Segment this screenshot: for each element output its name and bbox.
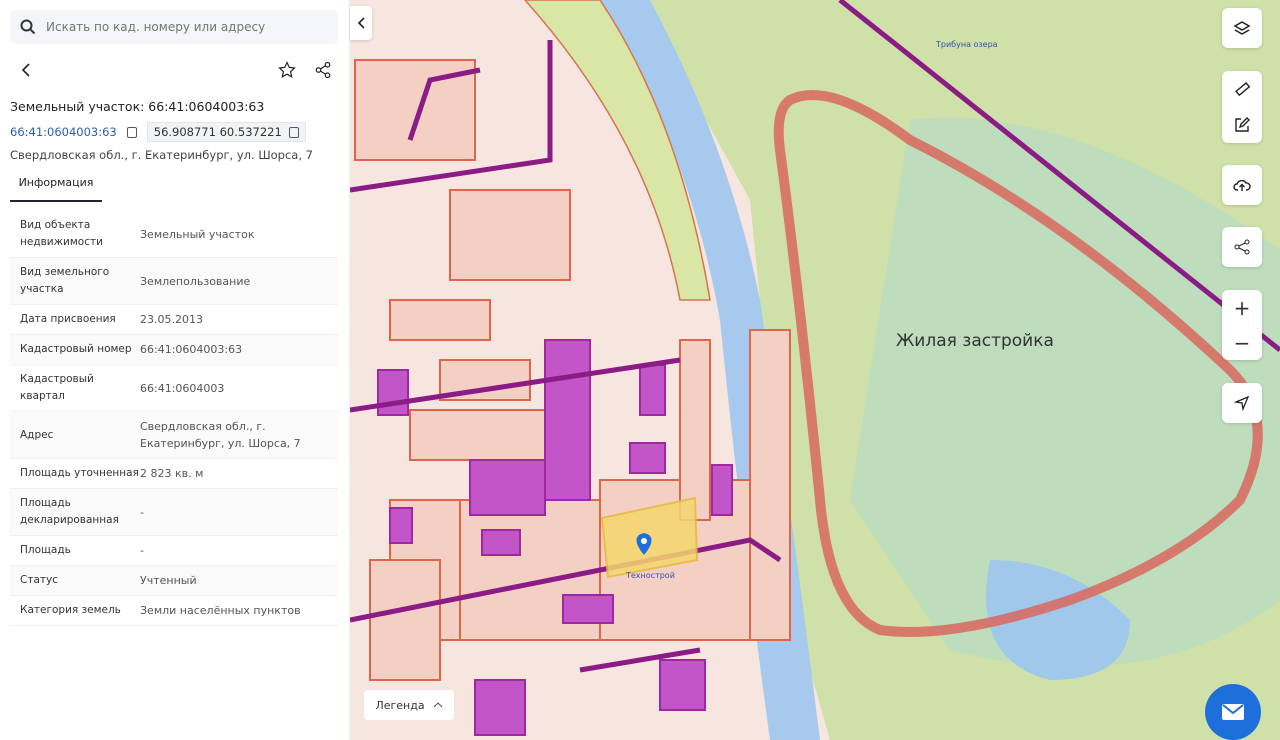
coordinates-chip[interactable]: 56.908771 60.537221 <box>146 122 307 142</box>
tab-information[interactable]: Информация <box>10 176 102 202</box>
layers-button[interactable] <box>1222 12 1262 44</box>
info-row: Площадь - <box>10 536 338 566</box>
info-row-key: Дата присвоения <box>20 313 116 325</box>
locate-control <box>1222 383 1262 423</box>
info-row-key: Кадастровый номер <box>20 343 132 355</box>
copy-icon[interactable] <box>126 126 137 138</box>
zoom-control: + − <box>1222 290 1262 360</box>
info-panel: Земельный участок: 66:41:0604003:63 66:4… <box>0 0 350 740</box>
chevron-up-icon <box>433 702 442 708</box>
info-row-value: Землепользование <box>140 274 251 288</box>
info-row-key: Кадастровый квартал <box>20 373 94 402</box>
object-address: Свердловская обл., г. Екатеринбург, ул. … <box>10 148 313 162</box>
search-bar[interactable] <box>10 10 338 44</box>
cadastral-number-link[interactable]: 66:41:0604003:63 <box>10 125 117 139</box>
info-row: Вид земельного участка Землепользование <box>10 258 338 305</box>
info-row: Дата присвоения 23.05.2013 <box>10 305 338 335</box>
ruler-icon <box>1235 81 1250 97</box>
info-row: Адрес Свердловская обл., г. Екатеринбург,… <box>10 412 338 459</box>
info-row-value: 66:41:0604003:63 <box>140 343 243 356</box>
info-row-value: Учтенный <box>140 574 197 587</box>
map-share-button[interactable] <box>1222 231 1262 263</box>
layers-icon <box>1233 21 1251 35</box>
info-row-value: - <box>140 544 144 557</box>
share-button[interactable] <box>311 58 335 82</box>
search-input[interactable] <box>46 20 326 34</box>
info-row-value: Свердловская обл., г. Екатеринбург, ул. … <box>140 420 301 450</box>
star-icon <box>278 61 296 78</box>
share-control <box>1222 227 1262 267</box>
copy-icon[interactable] <box>289 127 300 138</box>
info-row-key: Вид земельного участка <box>20 266 110 295</box>
info-row: Площадь уточненная 2 823 кв. м <box>10 459 338 489</box>
info-row-key: Категория земель <box>20 604 121 616</box>
info-row-key: Площадь уточненная <box>20 467 139 479</box>
mail-icon <box>1222 704 1244 720</box>
info-row: Вид объекта недвижимости Земельный участо… <box>10 211 338 258</box>
coordinates-text: 56.908771 60.537221 <box>153 125 282 139</box>
poi-label: Технострой <box>626 571 675 580</box>
info-row-key: Адрес <box>20 428 54 441</box>
info-row-value: Земли населённых пунктов <box>140 604 301 617</box>
navigation-arrow-icon <box>1234 395 1250 411</box>
ruler-button[interactable] <box>1222 73 1262 105</box>
chevron-left-icon <box>357 17 365 29</box>
info-row: Категория земель Земли населённых пунктов <box>10 596 338 626</box>
info-row: Площадь декларированная - <box>10 489 338 536</box>
share-icon <box>315 61 331 79</box>
collapse-panel-button[interactable] <box>350 6 372 40</box>
info-table: Вид объекта недвижимости Земельный участо… <box>10 211 338 626</box>
map-layer <box>350 0 1280 740</box>
info-row-value: 2 823 кв. м <box>140 467 204 480</box>
locate-button[interactable] <box>1222 387 1262 419</box>
tools-control <box>1222 71 1262 143</box>
search-icon <box>20 19 36 35</box>
zoom-out-button[interactable]: − <box>1222 327 1262 359</box>
info-row-value: Земельный участок <box>140 227 255 241</box>
info-row-value: 66:41:0604003 <box>140 381 225 395</box>
feedback-button[interactable] <box>1205 684 1261 740</box>
poi-label: Трибуна озера <box>936 40 998 49</box>
zone-label: Жилая застройка <box>896 331 1054 351</box>
info-row-key: Вид объекта недвижимости <box>20 219 103 248</box>
map-canvas[interactable]: Трибуна озера Технострой <box>350 0 1280 740</box>
info-row: Кадастровый номер 66:41:0604003:63 <box>10 335 338 365</box>
zoom-in-button[interactable]: + <box>1222 292 1262 324</box>
info-row-key: Статус <box>20 574 58 586</box>
upload-button[interactable] <box>1222 169 1262 201</box>
legend-label: Легенда <box>375 698 425 712</box>
object-title: Земельный участок: 66:41:0604003:63 <box>10 99 265 114</box>
edit-icon <box>1235 117 1250 132</box>
layers-control <box>1222 8 1262 48</box>
upload-control <box>1222 165 1262 205</box>
chevron-left-icon <box>21 63 30 77</box>
favorite-button[interactable] <box>275 58 299 82</box>
info-row: Статус Учтенный <box>10 566 338 596</box>
info-row: Кадастровый квартал 66:41:0604003 <box>10 365 338 412</box>
share-icon <box>1234 239 1250 255</box>
info-row-key: Площадь декларированная <box>20 497 119 526</box>
legend-button[interactable]: Легенда <box>364 690 454 720</box>
info-row-value: 23.05.2013 <box>140 313 203 326</box>
info-row-key: Площадь <box>20 544 71 556</box>
info-row-value: - <box>140 505 144 519</box>
back-button[interactable] <box>14 58 38 82</box>
cloud-upload-icon <box>1233 179 1251 191</box>
draw-button[interactable] <box>1222 109 1262 141</box>
